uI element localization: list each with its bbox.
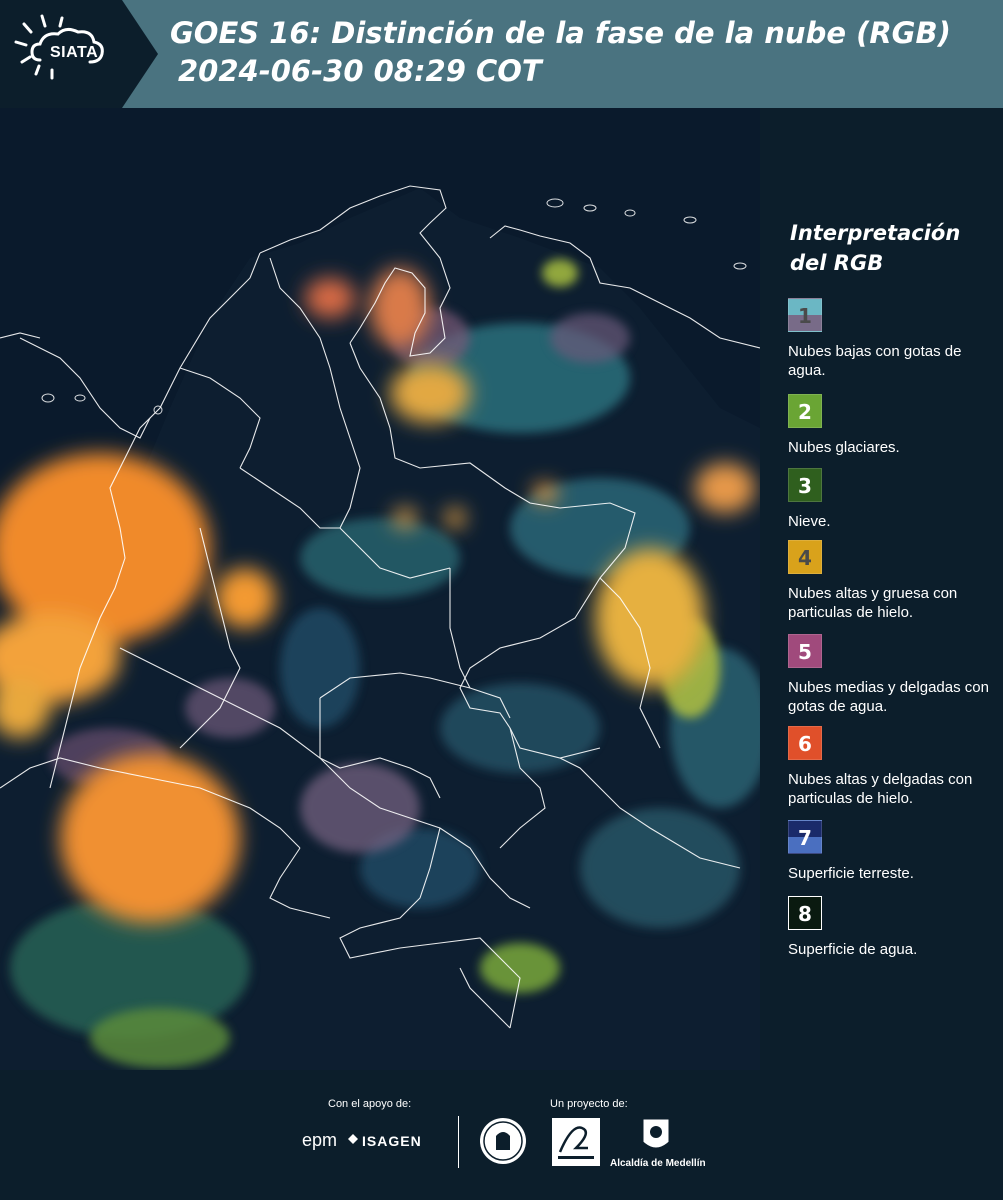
legend-number-7: 7	[798, 826, 812, 850]
footer-divider	[458, 1116, 459, 1168]
legend-swatch-7: 7	[788, 820, 822, 854]
legend-label-5: Nubes medias y delgadas con gotas de agu…	[788, 679, 989, 715]
legend-swatch-5: 5	[788, 634, 822, 668]
legend-number-5: 5	[798, 640, 812, 664]
legend-number-1: 1	[798, 304, 812, 328]
epm-logo[interactable]: epm	[302, 1130, 337, 1151]
legend-item-8: 8 Superficie de agua.	[788, 896, 998, 959]
legend-swatch-2: 2	[788, 394, 822, 428]
legend-swatch-1: 1	[788, 298, 822, 332]
legend-number-2: 2	[798, 400, 812, 424]
alcaldia-label: Alcaldía de Medellín	[610, 1158, 706, 1169]
legend-label-6: Nubes altas y delgadas con particulas de…	[788, 771, 973, 807]
legend-item-3: 3 Nieve.	[788, 468, 998, 531]
timestamp: 2024-06-30 08:29 COT	[178, 54, 542, 88]
legend-number-8: 8	[798, 902, 812, 926]
legend-item-1: 1 Nubes bajas con gotas de agua.	[788, 298, 998, 380]
legend-label-3: Nieve.	[788, 513, 831, 530]
legend-number-6: 6	[798, 732, 812, 756]
legend-number-3: 3	[798, 474, 812, 498]
legend-swatch-8: 8	[788, 896, 822, 930]
legend-swatch-6: 6	[788, 726, 822, 760]
legend-label-7: Superficie terreste.	[788, 865, 914, 882]
project-label: Un proyecto de:	[550, 1098, 628, 1110]
legend-item-7: 7 Superficie terreste.	[788, 820, 998, 883]
legend-item-2: 2 Nubes glaciares.	[788, 394, 998, 457]
page-title: GOES 16: Distinción de la fase de la nub…	[170, 16, 951, 50]
legend-label-8: Superficie de agua.	[788, 941, 918, 958]
map-canvas	[0, 108, 760, 1070]
legend-swatch-4: 4	[788, 540, 822, 574]
support-label: Con el apoyo de:	[328, 1098, 412, 1110]
legend-item-6: 6 Nubes altas y delgadas con particulas …	[788, 726, 998, 808]
legend-label-4: Nubes altas y gruesa con particulas de h…	[788, 585, 958, 621]
isagen-logo[interactable]: ISAGEN	[362, 1133, 422, 1149]
logo-text: SIATA	[50, 44, 99, 61]
legend-panel: Interpretación del RGB 1 Nubes bajas con…	[760, 108, 1003, 1070]
legend-item-4: 4 Nubes altas y gruesa con particulas de…	[788, 540, 998, 622]
siata-logo[interactable]: SIATA	[0, 0, 160, 108]
medellin-shield-icon[interactable]	[640, 1116, 672, 1156]
legend-label-1: Nubes bajas con gotas de agua.	[788, 343, 962, 379]
header-bar: SIATA GOES 16: Distinción de la fase de …	[0, 0, 1003, 108]
legend-title: Interpretación del RGB	[790, 221, 961, 275]
footer: Con el apoyo de: Un proyecto de: epm ISA…	[0, 1070, 1003, 1200]
isagen-icon	[348, 1134, 358, 1144]
legend-number-4: 4	[798, 546, 812, 570]
legend-label-2: Nubes glaciares.	[788, 439, 900, 456]
legend-item-5: 5 Nubes medias y delgadas con gotas de a…	[788, 634, 998, 716]
legend-swatch-3: 3	[788, 468, 822, 502]
area-metropolitana-logo[interactable]	[552, 1118, 600, 1166]
seal-icon[interactable]	[478, 1116, 528, 1166]
satellite-map[interactable]	[0, 108, 760, 1070]
